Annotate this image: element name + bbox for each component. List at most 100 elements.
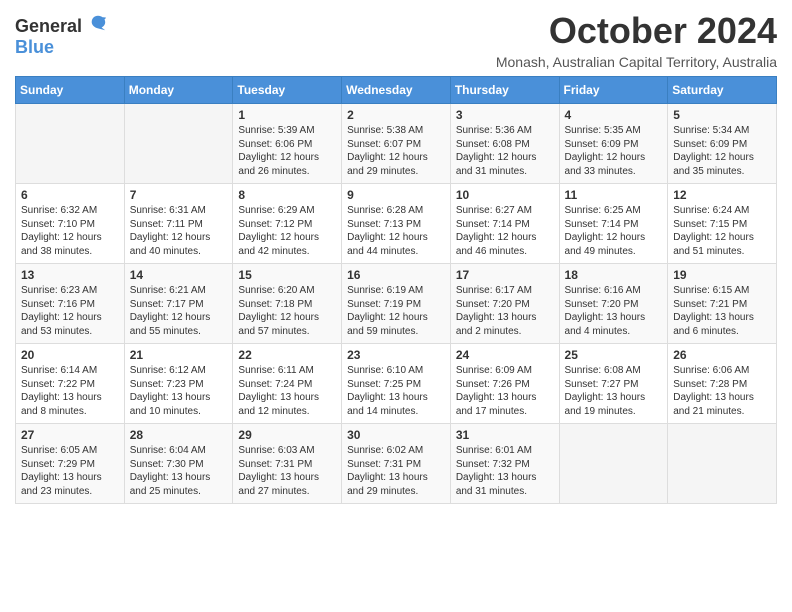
day-info-1: Sunrise: 5:39 AM Sunset: 6:06 PM Dayligh… (238, 124, 336, 178)
calendar-day-27: 27 Sunrise: 6:05 AM Sunset: 7:29 PM Dayli… (16, 424, 125, 504)
calendar-day-10: 10Sunrise: 6:27 AM Sunset: 7:14 PM Dayli… (450, 184, 559, 264)
day-info-20: Sunrise: 6:14 AM Sunset: 7:22 PM Dayligh… (21, 364, 119, 418)
calendar-day-21: 21Sunrise: 6:12 AM Sunset: 7:23 PM Dayli… (124, 344, 233, 424)
day-number-29: 29 (238, 428, 336, 442)
logo-text: General Blue (15, 14, 107, 58)
calendar-day-14: 14 Sunrise: 6:21 AM Sunset: 7:17 PM Dayli… (124, 264, 233, 344)
calendar-day-24: 24 Sunrise: 6:09 AM Sunset: 7:26 PM Dayli… (450, 344, 559, 424)
day-info-27: Sunrise: 6:05 AM Sunset: 7:29 PM Dayligh… (21, 444, 119, 498)
day-number-25: 25 (565, 348, 663, 362)
calendar-empty-cell (559, 424, 668, 504)
day-info-15: Sunrise: 6:20 AM Sunset: 7:18 PM Dayligh… (238, 284, 336, 338)
calendar-day-25: 25 Sunrise: 6:08 AM Sunset: 7:27 PM Dayli… (559, 344, 668, 424)
day-number-21: 21 (130, 348, 228, 362)
day-number-23: 23 (347, 348, 445, 362)
calendar-header-row: SundayMondayTuesdayWednesdayThursdayFrid… (16, 77, 777, 104)
calendar-day-19: 19 Sunrise: 6:15 AM Sunset: 7:21 PM Dayli… (668, 264, 777, 344)
day-number-20: 20 (21, 348, 119, 362)
calendar-day-1: 1 Sunrise: 5:39 AM Sunset: 6:06 PM Daylig… (233, 104, 342, 184)
day-number-10: 10 (456, 188, 554, 202)
day-info-11: Sunrise: 6:25 AM Sunset: 7:14 PM Dayligh… (565, 204, 663, 258)
day-number-4: 4 (565, 108, 663, 122)
header-monday: Monday (124, 77, 233, 104)
day-number-22: 22 (238, 348, 336, 362)
logo-general: General (15, 16, 82, 36)
calendar-day-29: 29 Sunrise: 6:03 AM Sunset: 7:31 PM Dayli… (233, 424, 342, 504)
calendar-day-30: 30 Sunrise: 6:02 AM Sunset: 7:31 PM Dayli… (342, 424, 451, 504)
day-number-16: 16 (347, 268, 445, 282)
calendar-day-3: 3Sunrise: 5:36 AM Sunset: 6:08 PM Daylig… (450, 104, 559, 184)
day-info-6: Sunrise: 6:32 AM Sunset: 7:10 PM Dayligh… (21, 204, 119, 258)
calendar-week-1: 1 Sunrise: 5:39 AM Sunset: 6:06 PM Daylig… (16, 104, 777, 184)
calendar-day-11: 11 Sunrise: 6:25 AM Sunset: 7:14 PM Dayli… (559, 184, 668, 264)
day-number-3: 3 (456, 108, 554, 122)
calendar-week-5: 27 Sunrise: 6:05 AM Sunset: 7:29 PM Dayli… (16, 424, 777, 504)
header-wednesday: Wednesday (342, 77, 451, 104)
day-number-24: 24 (456, 348, 554, 362)
day-number-5: 5 (673, 108, 771, 122)
day-info-29: Sunrise: 6:03 AM Sunset: 7:31 PM Dayligh… (238, 444, 336, 498)
day-number-11: 11 (565, 188, 663, 202)
title-section: October 2024 Monash, Australian Capital … (496, 10, 777, 70)
day-number-17: 17 (456, 268, 554, 282)
calendar-day-23: 23 Sunrise: 6:10 AM Sunset: 7:25 PM Dayli… (342, 344, 451, 424)
calendar-table: SundayMondayTuesdayWednesdayThursdayFrid… (15, 76, 777, 504)
day-info-7: Sunrise: 6:31 AM Sunset: 7:11 PM Dayligh… (130, 204, 228, 258)
calendar-week-4: 20 Sunrise: 6:14 AM Sunset: 7:22 PM Dayli… (16, 344, 777, 424)
calendar-day-7: 7 Sunrise: 6:31 AM Sunset: 7:11 PM Daylig… (124, 184, 233, 264)
calendar-day-18: 18 Sunrise: 6:16 AM Sunset: 7:20 PM Dayli… (559, 264, 668, 344)
calendar-day-31: 31 Sunrise: 6:01 AM Sunset: 7:32 PM Dayli… (450, 424, 559, 504)
day-number-31: 31 (456, 428, 554, 442)
calendar-week-2: 6 Sunrise: 6:32 AM Sunset: 7:10 PM Daylig… (16, 184, 777, 264)
day-number-18: 18 (565, 268, 663, 282)
calendar-day-15: 15 Sunrise: 6:20 AM Sunset: 7:18 PM Dayli… (233, 264, 342, 344)
day-number-9: 9 (347, 188, 445, 202)
day-info-24: Sunrise: 6:09 AM Sunset: 7:26 PM Dayligh… (456, 364, 554, 418)
calendar-week-3: 13Sunrise: 6:23 AM Sunset: 7:16 PM Dayli… (16, 264, 777, 344)
calendar-day-16: 16Sunrise: 6:19 AM Sunset: 7:19 PM Dayli… (342, 264, 451, 344)
calendar-day-8: 8Sunrise: 6:29 AM Sunset: 7:12 PM Daylig… (233, 184, 342, 264)
day-number-15: 15 (238, 268, 336, 282)
calendar-day-22: 22 Sunrise: 6:11 AM Sunset: 7:24 PM Dayli… (233, 344, 342, 424)
header-thursday: Thursday (450, 77, 559, 104)
day-info-18: Sunrise: 6:16 AM Sunset: 7:20 PM Dayligh… (565, 284, 663, 338)
day-number-13: 13 (21, 268, 119, 282)
day-number-14: 14 (130, 268, 228, 282)
day-info-30: Sunrise: 6:02 AM Sunset: 7:31 PM Dayligh… (347, 444, 445, 498)
day-number-7: 7 (130, 188, 228, 202)
day-info-5: Sunrise: 5:34 AM Sunset: 6:09 PM Dayligh… (673, 124, 771, 178)
calendar-empty-cell (16, 104, 125, 184)
day-info-14: Sunrise: 6:21 AM Sunset: 7:17 PM Dayligh… (130, 284, 228, 338)
calendar-day-20: 20 Sunrise: 6:14 AM Sunset: 7:22 PM Dayli… (16, 344, 125, 424)
day-info-23: Sunrise: 6:10 AM Sunset: 7:25 PM Dayligh… (347, 364, 445, 418)
calendar-day-9: 9 Sunrise: 6:28 AM Sunset: 7:13 PM Daylig… (342, 184, 451, 264)
month-title: October 2024 (496, 10, 777, 52)
day-number-19: 19 (673, 268, 771, 282)
day-number-27: 27 (21, 428, 119, 442)
day-info-25: Sunrise: 6:08 AM Sunset: 7:27 PM Dayligh… (565, 364, 663, 418)
calendar-day-26: 26 Sunrise: 6:06 AM Sunset: 7:28 PM Dayli… (668, 344, 777, 424)
day-info-2: Sunrise: 5:38 AM Sunset: 6:07 PM Dayligh… (347, 124, 445, 178)
header-sunday: Sunday (16, 77, 125, 104)
day-info-12: Sunrise: 6:24 AM Sunset: 7:15 PM Dayligh… (673, 204, 771, 258)
header-friday: Friday (559, 77, 668, 104)
day-number-28: 28 (130, 428, 228, 442)
calendar-empty-cell (668, 424, 777, 504)
calendar-day-28: 28Sunrise: 6:04 AM Sunset: 7:30 PM Dayli… (124, 424, 233, 504)
day-number-26: 26 (673, 348, 771, 362)
day-info-26: Sunrise: 6:06 AM Sunset: 7:28 PM Dayligh… (673, 364, 771, 418)
calendar-empty-cell (124, 104, 233, 184)
header-tuesday: Tuesday (233, 77, 342, 104)
day-number-6: 6 (21, 188, 119, 202)
day-info-22: Sunrise: 6:11 AM Sunset: 7:24 PM Dayligh… (238, 364, 336, 418)
day-info-31: Sunrise: 6:01 AM Sunset: 7:32 PM Dayligh… (456, 444, 554, 498)
calendar-day-13: 13Sunrise: 6:23 AM Sunset: 7:16 PM Dayli… (16, 264, 125, 344)
header-saturday: Saturday (668, 77, 777, 104)
page-header: General Blue October 2024 Monash, Austra… (15, 10, 777, 70)
day-number-1: 1 (238, 108, 336, 122)
day-info-9: Sunrise: 6:28 AM Sunset: 7:13 PM Dayligh… (347, 204, 445, 258)
day-info-19: Sunrise: 6:15 AM Sunset: 7:21 PM Dayligh… (673, 284, 771, 338)
logo-bird-icon (89, 14, 107, 32)
calendar-day-2: 2Sunrise: 5:38 AM Sunset: 6:07 PM Daylig… (342, 104, 451, 184)
day-number-30: 30 (347, 428, 445, 442)
